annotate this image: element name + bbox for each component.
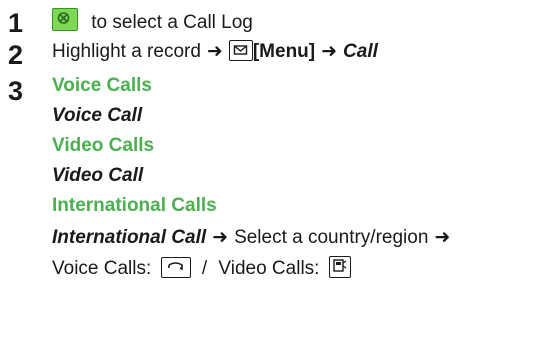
send-key-icon xyxy=(160,257,191,278)
video-key-icon xyxy=(328,256,351,278)
separator: / xyxy=(201,258,208,279)
video-calls-label: Video Calls: xyxy=(218,258,320,279)
voice-calls-label: Voice Calls: xyxy=(52,258,152,279)
video-calls-heading-text: Video Calls xyxy=(52,135,155,156)
voice-call-item-text: Voice Call xyxy=(52,105,143,126)
select-country-text: Select a country/region xyxy=(234,227,429,248)
video-call-item-text: Video Call xyxy=(52,165,144,186)
video-calls-heading: Video Calls xyxy=(52,134,154,158)
video-call-item: Video Call xyxy=(52,164,143,188)
voice-calls-heading: Voice Calls xyxy=(52,74,152,98)
arrow-icon: ➜ xyxy=(206,41,223,62)
arrow-icon: ➜ xyxy=(212,227,229,248)
international-call-item-text: International Call xyxy=(52,227,207,248)
step-number: 3 xyxy=(8,76,24,106)
instruction-page: 1 to select a Call Log 2 Highlight a rec… xyxy=(0,0,536,345)
international-calls-heading-text: International Calls xyxy=(52,195,217,216)
step-number: 1 xyxy=(8,8,24,38)
menu-label: [Menu] xyxy=(252,41,316,62)
step-2-body: Highlight a record ➜ [Menu] ➜ Call xyxy=(52,40,378,64)
international-call-line: International Call ➜ Select a country/regi… xyxy=(52,226,456,250)
international-calls-heading: International Calls xyxy=(52,194,217,218)
voice-call-item: Voice Call xyxy=(52,104,142,128)
navigation-key-icon xyxy=(52,8,78,31)
arrow-icon: ➜ xyxy=(321,41,338,62)
step-1-body: to select a Call Log xyxy=(52,8,253,35)
arrow-icon: ➜ xyxy=(434,227,451,248)
step-2-prefix: Highlight a record xyxy=(52,41,201,62)
step-1-text: to select a Call Log xyxy=(91,12,253,33)
call-target: Call xyxy=(343,41,378,62)
mail-key-icon xyxy=(228,40,253,61)
voice-calls-heading-text: Voice Calls xyxy=(52,75,152,96)
call-keys-line: Voice Calls: / Video Calls: xyxy=(52,256,351,281)
step-number: 2 xyxy=(8,40,24,70)
